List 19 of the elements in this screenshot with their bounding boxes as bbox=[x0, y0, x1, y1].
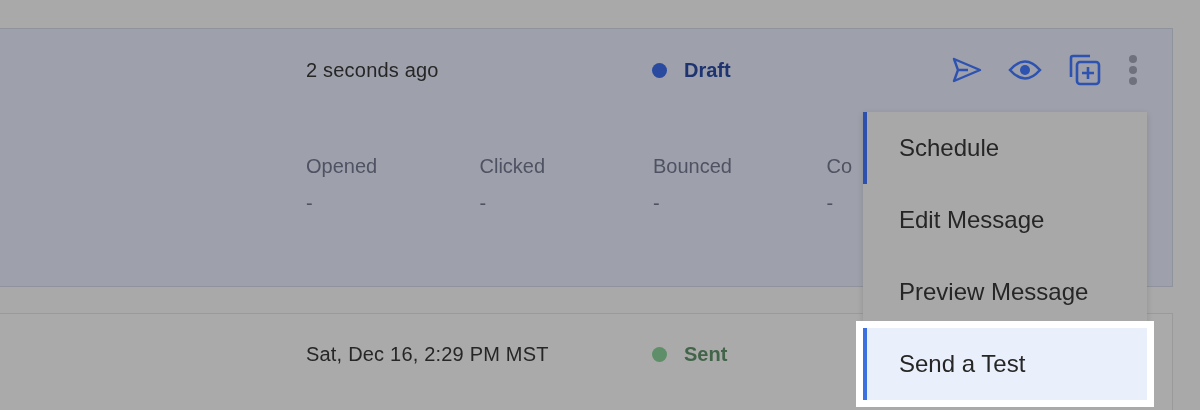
stat-label: Co bbox=[826, 155, 854, 178]
send-icon[interactable] bbox=[952, 57, 982, 83]
stat-value: - bbox=[479, 192, 488, 215]
stat-value: - bbox=[826, 192, 835, 215]
duplicate-icon[interactable] bbox=[1068, 53, 1102, 87]
more-icon[interactable] bbox=[1128, 54, 1138, 86]
sent-time: Sat, Dec 16, 2:29 PM MST bbox=[306, 342, 550, 366]
stat-label: Clicked bbox=[479, 155, 547, 178]
stat-label: Opened bbox=[306, 155, 379, 178]
status-label: Sent bbox=[684, 342, 728, 366]
menu-item[interactable]: Schedule bbox=[863, 112, 1147, 184]
sent-time: 2 seconds ago bbox=[306, 58, 440, 82]
stat-label: Bounced bbox=[653, 155, 733, 178]
stat-value: - bbox=[653, 192, 661, 215]
eye-icon[interactable] bbox=[1008, 59, 1042, 81]
stat-value: - bbox=[306, 192, 314, 215]
status-label: Draft bbox=[684, 58, 731, 82]
menu-item[interactable]: Edit Message bbox=[863, 184, 1147, 256]
menu-item[interactable]: Preview Message bbox=[863, 256, 1147, 328]
